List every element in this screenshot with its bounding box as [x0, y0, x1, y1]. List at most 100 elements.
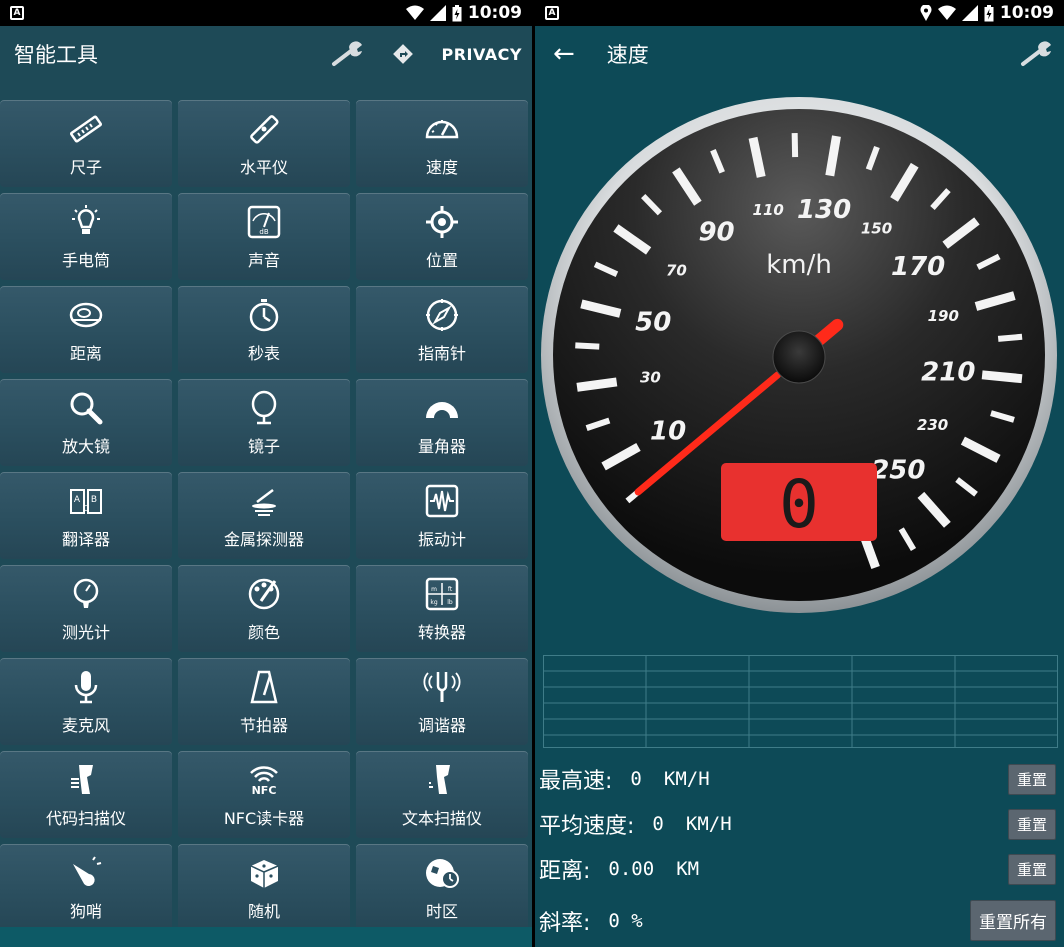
directions-icon[interactable]: [391, 42, 415, 66]
tool-tile[interactable]: 文本扫描仪: [356, 751, 528, 838]
page-title: 速度: [606, 43, 649, 67]
tool-tile[interactable]: 代码扫描仪: [0, 751, 172, 838]
tool-tile[interactable]: 手电筒: [0, 193, 172, 280]
page-title: 智能工具: [14, 43, 98, 67]
tool-tile[interactable]: NFC NFC读卡器: [178, 751, 350, 838]
bottom-bar: [0, 927, 532, 947]
cell-signal-icon: [961, 5, 978, 21]
max-speed-value: 0: [630, 768, 642, 790]
notification-app-icon: A: [10, 6, 24, 20]
wrench-icon[interactable]: [1020, 41, 1054, 67]
tool-label: 速度: [425, 157, 458, 177]
gauge-label: 70: [666, 262, 687, 280]
distance-unit: KM: [676, 858, 700, 880]
reset-all-button[interactable]: 重置所有: [970, 900, 1056, 941]
tool-tile[interactable]: 颜色: [178, 565, 350, 652]
distance-row: 距离: 0.00 KM 重置: [539, 853, 1056, 885]
tool-label: 转换器: [417, 622, 466, 642]
tool-tile[interactable]: 位置: [356, 193, 528, 280]
slope-label: 斜率:: [539, 910, 591, 936]
back-arrow-icon[interactable]: ←: [553, 39, 575, 69]
svg-text:NFC: NFC: [252, 784, 277, 797]
tool-label: 测光计: [61, 622, 110, 642]
tool-tile[interactable]: A B C 翻译器: [0, 472, 172, 559]
tool-tile[interactable]: 随机: [178, 844, 350, 931]
gauge-label: 230: [917, 416, 948, 434]
tool-tile[interactable]: 速度: [356, 100, 528, 187]
tool-grid: 尺子 水平仪 速度手电筒 dB 声音 位置距离 秒表 指南针放大镜 镜子 量角器 A B C 翻译器 金属探…: [0, 100, 530, 931]
gauge-label: 210: [921, 358, 975, 388]
light-meter-icon: [73, 578, 99, 608]
tool-tile[interactable]: m ft kg lb 转换器: [356, 565, 528, 652]
tool-label: 麦克风: [61, 715, 110, 735]
reset-distance-button[interactable]: 重置: [1007, 853, 1056, 885]
tool-label: 尺子: [69, 157, 102, 177]
svg-text:kg: kg: [430, 599, 437, 606]
tool-tile[interactable]: 秒表: [178, 286, 350, 373]
tools-menu-screen: A 10:09 智能工具 PRIVACY 尺子 水平仪 速度手电筒 dB 声音 位置距离 秒…: [0, 0, 532, 947]
svg-text:m: m: [431, 586, 437, 593]
location-status-icon: [920, 5, 932, 21]
sound-meter-icon: dB: [247, 205, 281, 238]
dog-whistle-icon: [73, 855, 102, 886]
tool-label: 镜子: [247, 436, 280, 456]
tool-label: NFC读卡器: [223, 808, 305, 828]
wifi-icon: [937, 5, 956, 20]
svg-text:ft: ft: [448, 586, 453, 593]
tool-tile[interactable]: 节拍器: [178, 658, 350, 745]
gauge-label: 250: [871, 455, 925, 485]
stopwatch-icon: [249, 298, 279, 331]
avg-speed-value: 0: [652, 813, 664, 835]
ruler-icon: [69, 114, 103, 143]
tool-tile[interactable]: 放大镜: [0, 379, 172, 466]
tool-label: 水平仪: [239, 157, 288, 177]
speedometer-icon: [425, 119, 459, 138]
avg-speed-unit: KM/H: [685, 813, 732, 835]
tool-tile[interactable]: dB 声音: [178, 193, 350, 280]
speedometer: 10 50 90 130 170 210 250 30 70 110 150 190 230 km/h …: [535, 95, 1064, 625]
vibration-meter-icon: [425, 484, 459, 517]
tool-tile[interactable]: 水平仪: [178, 100, 350, 187]
tool-tile[interactable]: 镜子: [178, 379, 350, 466]
speed-history-graph: [543, 655, 1058, 748]
max-speed-label: 最高速:: [539, 769, 613, 794]
gauge-label: 170: [891, 252, 945, 282]
text-scanner-icon: [429, 764, 450, 794]
svg-text:C: C: [83, 504, 89, 513]
tool-tile[interactable]: 麦克风: [0, 658, 172, 745]
slope-row: 斜率: 0 % 重置所有: [539, 900, 1056, 941]
reset-avg-speed-button[interactable]: 重置: [1007, 808, 1056, 840]
privacy-link[interactable]: PRIVACY: [441, 45, 522, 64]
tool-tile[interactable]: 狗哨: [0, 844, 172, 931]
status-bar: A 10:09: [0, 0, 532, 26]
speed-screen: A 10:09 ← 速度 10 50 90 130 170 210 250 30…: [535, 0, 1064, 947]
tool-label: 随机: [247, 901, 280, 921]
gauge-label: 10: [650, 416, 686, 446]
tape-measure-icon: [69, 302, 103, 327]
mirror-icon: [251, 390, 277, 424]
protractor-icon: [426, 401, 458, 418]
compass-icon: [426, 298, 458, 331]
tool-tile[interactable]: 指南针: [356, 286, 528, 373]
reset-max-speed-button[interactable]: 重置: [1007, 763, 1056, 795]
tool-tile[interactable]: 调谐器: [356, 658, 528, 745]
tool-tile[interactable]: 测光计: [0, 565, 172, 652]
gauge-hub: [772, 330, 826, 384]
slope-value: 0 %: [608, 909, 643, 932]
tool-tile[interactable]: 金属探测器: [178, 472, 350, 559]
avg-speed-label: 平均速度:: [539, 814, 635, 839]
gauge-label: 150: [861, 220, 892, 238]
tool-tile[interactable]: 时区: [356, 844, 528, 931]
tool-tile[interactable]: 量角器: [356, 379, 528, 466]
tool-tile[interactable]: 距离: [0, 286, 172, 373]
tool-label: 时区: [425, 901, 458, 921]
wrench-icon[interactable]: [331, 41, 365, 67]
svg-text:B: B: [91, 495, 97, 505]
gauge-unit: km/h: [766, 250, 832, 280]
tool-label: 振动计: [417, 529, 466, 549]
tool-label: 位置: [425, 250, 458, 270]
gauge-tick: [576, 377, 618, 392]
tool-tile[interactable]: 尺子: [0, 100, 172, 187]
tool-tile[interactable]: 振动计: [356, 472, 528, 559]
world-clock-icon: [426, 858, 459, 888]
